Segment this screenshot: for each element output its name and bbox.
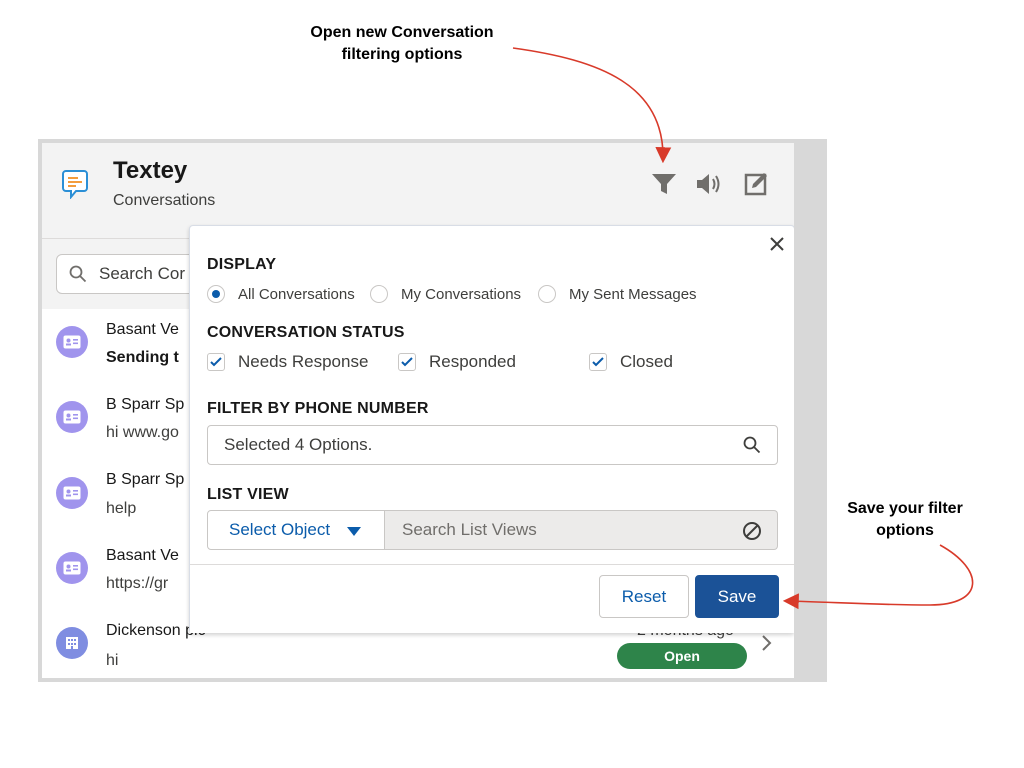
textey-app: Textey Conversations Search Cor Basant V… — [42, 143, 794, 678]
list-view-picker: Select Object Search List Views — [207, 510, 778, 550]
conversation-name: Basant Ve — [106, 321, 179, 338]
annotation-save-line1: Save your filter — [847, 500, 963, 517]
annotation-save-line2: options — [876, 522, 934, 539]
conversation-name: B Sparr Sp — [106, 471, 185, 488]
select-object-label: Select Object — [229, 520, 331, 539]
reset-button[interactable]: Reset — [599, 575, 689, 618]
status-label: CONVERSATION STATUS — [207, 324, 405, 341]
chevron-right-icon[interactable] — [760, 633, 774, 653]
conversation-message: Sending t — [106, 349, 179, 366]
filter-popover: DISPLAY All Conversations My Conversatio… — [189, 225, 794, 633]
caret-down-icon — [347, 527, 361, 536]
checkbox-label: Needs Response — [238, 352, 369, 371]
radio-my-conversations[interactable]: My Conversations — [370, 283, 521, 305]
checkmark-icon — [589, 353, 607, 371]
checkmark-icon — [207, 353, 225, 371]
conversation-message: https://gr — [106, 575, 169, 592]
conversation-message: hi — [106, 652, 119, 669]
phone-number-combobox[interactable]: Selected 4 Options. — [207, 425, 778, 465]
annotation-filter-callout: Open new Conversation filtering options — [292, 22, 512, 66]
checkbox-label: Responded — [429, 352, 516, 371]
select-object-dropdown[interactable]: Select Object — [207, 510, 385, 550]
disabled-icon — [743, 522, 761, 540]
contact-card-icon — [56, 552, 88, 584]
app-frame: Textey Conversations Search Cor Basant V… — [38, 139, 827, 682]
status-badge: Open — [617, 643, 747, 669]
conversation-message: help — [106, 500, 137, 517]
checkbox-closed[interactable]: Closed — [589, 351, 673, 373]
popover-footer: Reset Save — [190, 564, 794, 633]
checkbox-needs-response[interactable]: Needs Response — [207, 351, 368, 373]
checkmark-icon — [398, 353, 416, 371]
radio-label: My Sent Messages — [569, 285, 697, 303]
list-view-label: LIST VIEW — [207, 486, 289, 503]
chat-bubble-icon — [62, 170, 88, 199]
list-view-search-input[interactable]: Search List Views — [385, 510, 778, 550]
conversation-message: hi www.go — [106, 424, 179, 441]
phone-combobox-value: Selected 4 Options. — [224, 435, 373, 454]
app-title: Textey — [113, 157, 188, 184]
building-icon — [56, 627, 88, 659]
speaker-icon[interactable] — [694, 169, 724, 199]
annotation-save-callout: Save your filter options — [832, 498, 978, 542]
checkbox-label: Closed — [620, 352, 673, 371]
radio-label: My Conversations — [401, 285, 522, 303]
display-label: DISPLAY — [207, 256, 277, 273]
conversation-name: Basant Ve — [106, 547, 179, 564]
radio-my-sent-messages[interactable]: My Sent Messages — [538, 283, 697, 305]
contact-card-icon — [56, 326, 88, 358]
radio-all-conversations[interactable]: All Conversations — [207, 283, 355, 305]
search-icon — [743, 436, 761, 454]
radio-selected-indicator — [207, 285, 225, 303]
contact-card-icon — [56, 401, 88, 433]
radio-label: All Conversations — [238, 285, 355, 303]
radio-unselected-indicator — [538, 285, 556, 303]
compose-icon[interactable] — [742, 169, 772, 199]
phone-filter-label: FILTER BY PHONE NUMBER — [207, 400, 429, 417]
search-placeholder: Search Cor — [99, 264, 185, 283]
filter-icon[interactable] — [649, 169, 679, 199]
close-icon[interactable] — [767, 234, 787, 254]
annotation-filter-line2: filtering options — [341, 46, 463, 63]
checkbox-responded[interactable]: Responded — [398, 351, 516, 373]
list-view-search-placeholder: Search List Views — [402, 520, 537, 539]
app-subtitle: Conversations — [113, 192, 216, 209]
annotation-filter-line1: Open new Conversation — [310, 24, 494, 41]
radio-unselected-indicator — [370, 285, 388, 303]
save-button[interactable]: Save — [695, 575, 779, 618]
conversation-name: B Sparr Sp — [106, 396, 185, 413]
contact-card-icon — [56, 477, 88, 509]
search-icon — [69, 265, 87, 283]
